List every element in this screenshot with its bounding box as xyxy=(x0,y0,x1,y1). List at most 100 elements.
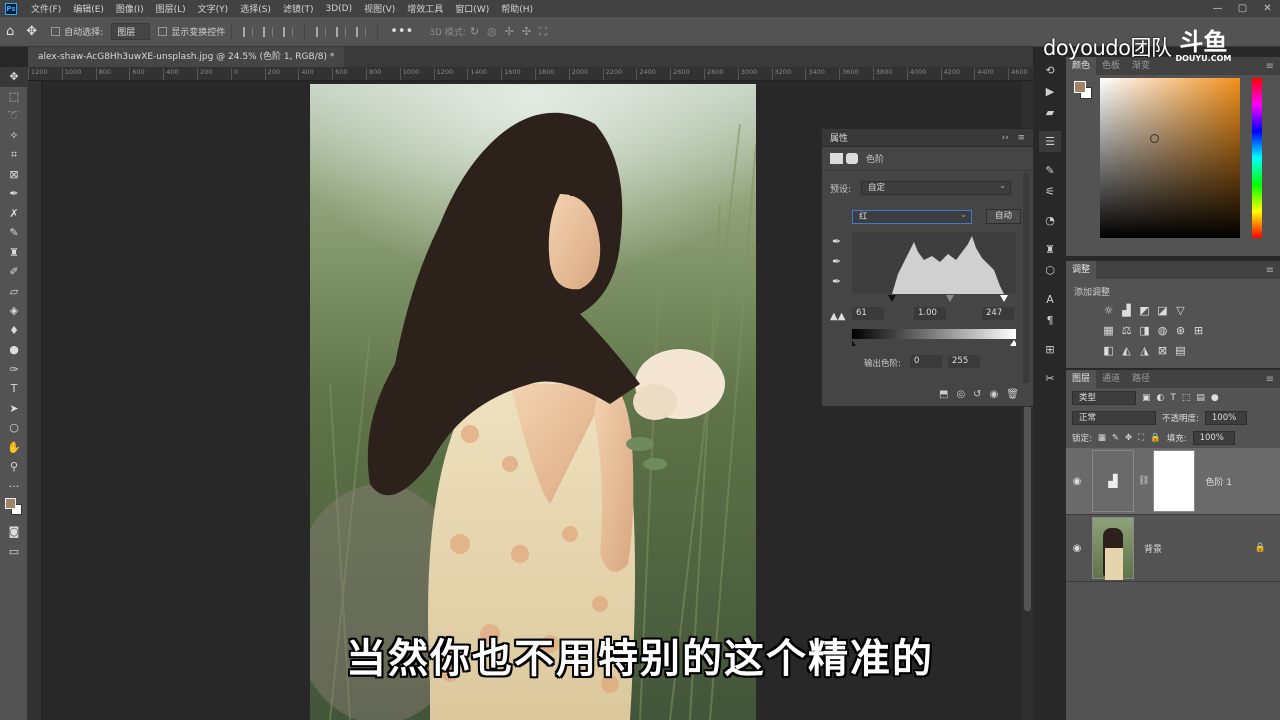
menu-image[interactable]: 图像(I) xyxy=(110,2,150,15)
blur-tool-icon[interactable]: ♦ xyxy=(0,321,28,341)
invert-icon[interactable]: ◧ xyxy=(1102,344,1115,357)
preset-dropdown[interactable]: 自定 xyxy=(861,180,1012,195)
threshold-icon[interactable]: ◮ xyxy=(1138,344,1151,357)
more-tools-icon[interactable]: ··· xyxy=(0,477,28,497)
lock-pixels-icon[interactable]: ✎ xyxy=(1112,433,1119,443)
close-button[interactable]: ✕ xyxy=(1255,0,1280,17)
home-icon[interactable]: ⌂ xyxy=(6,24,14,39)
clip-to-layer-icon[interactable]: ⬒ xyxy=(939,389,948,400)
clone-stamp-icon[interactable]: ♜ xyxy=(0,243,28,263)
menu-file[interactable]: 文件(F) xyxy=(25,2,67,15)
eraser-tool-icon[interactable]: ▱ xyxy=(0,282,28,302)
marquee-tool-icon[interactable]: ⬚ xyxy=(0,87,28,107)
levels-adjustment-icon[interactable] xyxy=(830,153,843,164)
black-output-slider[interactable] xyxy=(852,340,856,346)
collapse-icon[interactable]: ›› ≡ xyxy=(1002,133,1025,143)
zoom-tool-icon[interactable]: ⚲ xyxy=(0,457,28,477)
menu-select[interactable]: 选择(S) xyxy=(234,2,277,15)
input-black-field[interactable]: 61 xyxy=(852,307,884,320)
move-tool-icon[interactable]: ✥ xyxy=(0,67,28,87)
panel-menu-icon[interactable]: ≡ xyxy=(1266,265,1280,276)
scrollbar-thumb[interactable] xyxy=(1024,401,1031,611)
align-center-icon[interactable] xyxy=(263,26,274,37)
magic-wand-icon[interactable]: ✧ xyxy=(0,126,28,146)
menu-type[interactable]: 文字(Y) xyxy=(192,2,235,15)
white-output-slider[interactable] xyxy=(1010,340,1016,346)
lock-position-icon[interactable]: ✥ xyxy=(1125,433,1132,443)
filter-pixel-icon[interactable]: ▣ xyxy=(1142,393,1151,403)
brushes-icon[interactable]: ✎ xyxy=(1039,160,1061,181)
tab-adjustments[interactable]: 调整 xyxy=(1066,261,1097,279)
3d-roll-icon[interactable]: ◎ xyxy=(487,25,497,38)
tab-paths[interactable]: 路径 xyxy=(1126,370,1156,388)
lasso-tool-icon[interactable]: ➰ xyxy=(0,106,28,126)
comments-icon[interactable]: ▰ xyxy=(1039,102,1061,123)
3d-slide-icon[interactable]: ✣ xyxy=(522,25,531,38)
opacity-field[interactable]: 100% xyxy=(1204,411,1247,425)
auto-button[interactable]: 自动 xyxy=(986,209,1022,224)
reset-icon[interactable]: ↺ xyxy=(973,389,981,400)
brightness-icon[interactable]: ☼ xyxy=(1102,304,1115,317)
document-tab[interactable]: alex-shaw-AcG8Hh3uwXE-unsplash.jpg @ 24.… xyxy=(28,47,345,67)
input-sliders[interactable] xyxy=(852,293,1016,303)
foreground-color-chip[interactable] xyxy=(1074,81,1086,93)
show-transform-checkbox[interactable] xyxy=(158,27,168,36)
filter-smart-icon[interactable]: ▤ xyxy=(1196,393,1205,403)
mask-icon[interactable] xyxy=(846,153,858,164)
align-right-icon[interactable] xyxy=(283,26,294,37)
menu-plugins[interactable]: 增效工具 xyxy=(401,2,449,15)
tab-channels[interactable]: 通道 xyxy=(1096,370,1126,388)
menu-3d[interactable]: 3D(D) xyxy=(319,4,358,14)
gradient-map-icon[interactable]: ▤ xyxy=(1174,344,1187,357)
blend-mode-dropdown[interactable]: 正常 xyxy=(1072,411,1156,425)
align-middle-icon[interactable] xyxy=(336,26,347,37)
vibrance-icon[interactable]: ▽ xyxy=(1174,304,1187,317)
black-point-eyedropper-icon[interactable]: ✒ xyxy=(832,235,841,248)
tools-icon[interactable]: ✂ xyxy=(1039,368,1061,389)
move-tool-icon[interactable]: ✥ xyxy=(26,24,37,39)
hue-slider[interactable] xyxy=(1252,78,1262,238)
lock-all-icon[interactable]: 🔒 xyxy=(1150,433,1161,443)
lock-transparency-icon[interactable]: ▦ xyxy=(1098,433,1106,443)
path-selection-icon[interactable]: ➤ xyxy=(0,399,28,419)
black-input-slider[interactable] xyxy=(888,295,896,302)
play-actions-icon[interactable]: ▶ xyxy=(1039,81,1061,102)
menu-window[interactable]: 窗口(W) xyxy=(449,2,495,15)
pen-tool-icon[interactable]: ✑ xyxy=(0,360,28,380)
history-brush-icon[interactable]: ✐ xyxy=(0,262,28,282)
layer-row-background[interactable]: ◉ 背景 🔒 xyxy=(1066,515,1280,582)
libraries-icon[interactable]: ♜ xyxy=(1039,239,1061,260)
hand-tool-icon[interactable]: ✋ xyxy=(0,438,28,458)
tab-layers[interactable]: 图层 xyxy=(1066,370,1097,388)
auto-select-dropdown[interactable]: 图层 xyxy=(111,23,151,40)
visibility-icon[interactable]: ◉ xyxy=(990,389,999,400)
posterize-icon[interactable]: ◭ xyxy=(1120,344,1133,357)
white-input-slider[interactable] xyxy=(1000,295,1008,302)
color-swatches[interactable] xyxy=(0,496,28,522)
filter-shape-icon[interactable]: ⬚ xyxy=(1182,393,1191,403)
minimize-button[interactable]: — xyxy=(1205,0,1230,17)
color-picker-ring[interactable] xyxy=(1150,134,1159,143)
document-image[interactable] xyxy=(310,84,756,720)
dodge-tool-icon[interactable]: ● xyxy=(0,340,28,360)
quick-mask-icon[interactable]: ◙ xyxy=(0,522,28,542)
3d-pan-icon[interactable]: ✢ xyxy=(505,25,514,38)
glyphs-icon[interactable]: ⊞ xyxy=(1039,339,1061,360)
crop-tool-icon[interactable]: ⌗ xyxy=(0,145,28,165)
channel-dropdown[interactable]: 红 xyxy=(852,209,972,224)
frame-tool-icon[interactable]: ⊠ xyxy=(0,165,28,185)
chain-link-icon[interactable]: ⛓ xyxy=(1138,476,1149,486)
layer-filter-dropdown[interactable]: 类型 xyxy=(1072,391,1136,405)
levels-icon[interactable]: ▟ xyxy=(1120,304,1133,317)
panel-menu-icon[interactable]: ≡ xyxy=(1266,374,1280,385)
menu-filter[interactable]: 滤镜(T) xyxy=(277,2,320,15)
foreground-color-swatch[interactable] xyxy=(5,498,16,509)
output-sliders[interactable] xyxy=(852,339,1016,347)
filter-type-icon[interactable]: T xyxy=(1170,393,1176,403)
white-point-eyedropper-icon[interactable]: ✒ xyxy=(832,275,841,288)
history-icon[interactable]: ⟲ xyxy=(1039,60,1061,81)
auto-select-checkbox[interactable] xyxy=(51,27,61,36)
output-black-field[interactable]: 0 xyxy=(910,355,942,368)
3d-scale-icon[interactable]: ⛶ xyxy=(539,25,547,39)
curves-icon[interactable]: ◩ xyxy=(1138,304,1151,317)
